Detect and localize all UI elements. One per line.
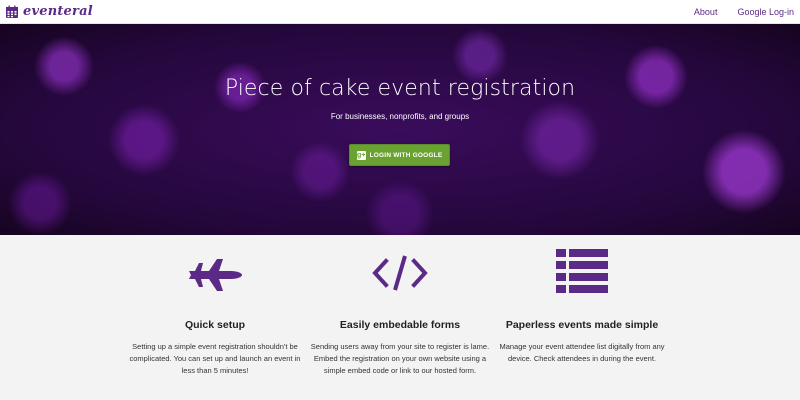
nav-google-login-link[interactable]: Google Log-in [737, 7, 794, 17]
navbar: eventeral About Google Log-in [0, 0, 800, 24]
hero-subtitle: For businesses, nonprofits, and groups [330, 112, 470, 121]
brand-name: eventeral [23, 4, 93, 19]
feature-title: Quick setup [184, 319, 246, 331]
fighter-jet-icon [189, 259, 242, 291]
brand-logo[interactable]: eventeral [5, 4, 93, 19]
feature-description: Sending users away from your site to reg… [310, 342, 490, 375]
list-icon [556, 249, 608, 293]
google-plus-icon: g+ [356, 150, 366, 160]
feature-description: Setting up a simple event registration s… [129, 342, 301, 375]
login-with-google-button[interactable]: g+ LOGIN WITH GOOGLE [349, 144, 450, 166]
hero-content: Piece of cake event registration For bus… [0, 24, 800, 235]
feature-title: Easily embedable forms [339, 319, 461, 331]
features-section: Quick setup Setting up a simple event re… [0, 235, 800, 400]
feature-description: Manage your event attendee list digitall… [499, 342, 665, 363]
feature-title: Paperless events made simple [505, 319, 659, 331]
hero-banner: Piece of cake event registration For bus… [0, 24, 800, 235]
login-button-label: LOGIN WITH GOOGLE [369, 151, 443, 159]
nav-about-link[interactable]: About [694, 7, 718, 17]
hero-title: Piece of cake event registration [224, 76, 576, 101]
calendar-icon [6, 5, 18, 18]
code-icon [372, 255, 428, 291]
nav-links: About Google Log-in [694, 7, 794, 17]
